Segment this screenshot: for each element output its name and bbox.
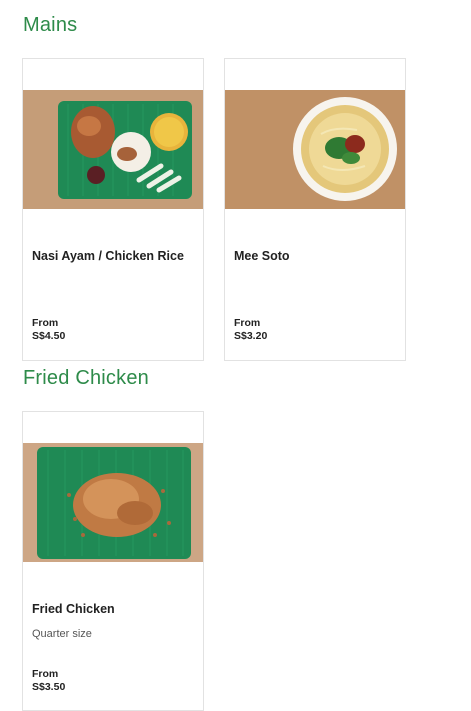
price-from-label: From [32,668,59,680]
menu-item-name: Mee Soto [234,249,290,263]
menu-item-price: S$4.50 [32,330,66,342]
menu-item-card-fried-chicken[interactable]: Fried Chicken Quarter size From S$3.50 [22,411,204,711]
menu-item-card-nasi-ayam[interactable]: Nasi Ayam / Chicken Rice From S$4.50 [22,58,204,361]
menu-item-name: Fried Chicken [32,602,115,616]
menu-item-price: S$3.20 [234,330,268,342]
menu-item-description: Quarter size [32,628,92,640]
section-title-mains: Mains [23,14,78,36]
menu-item-name: Nasi Ayam / Chicken Rice [32,249,184,263]
section-title-fried-chicken: Fried Chicken [23,367,149,389]
price-from-label: From [234,317,261,329]
mee-soto-image [225,90,405,209]
menu-item-card-mee-soto[interactable]: Mee Soto From S$3.20 [224,58,406,361]
price-from-label: From [32,317,59,329]
nasi-ayam-image [23,90,203,209]
menu-item-price: S$3.50 [32,681,66,693]
fried-chicken-image [23,443,203,562]
